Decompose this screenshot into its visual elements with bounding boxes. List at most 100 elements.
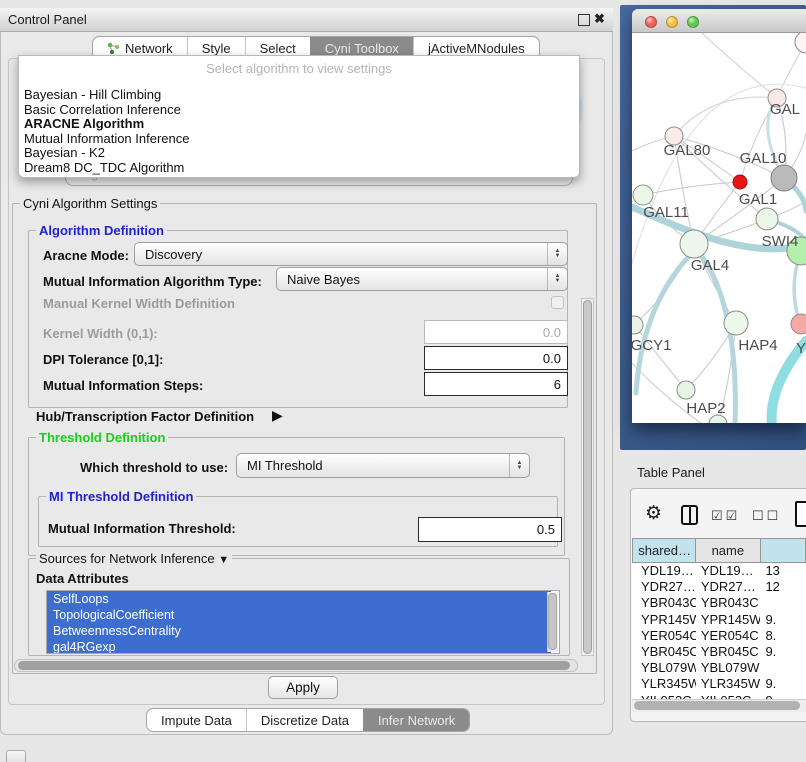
tab-label: Impute Data — [161, 713, 232, 728]
table-cell: YPR145W — [632, 612, 696, 628]
dpi-tolerance-input[interactable]: 0.0 — [424, 346, 568, 370]
float-window-button[interactable] — [578, 14, 590, 26]
table-cell: 12 — [760, 579, 806, 595]
table-cell: 9. — [760, 612, 806, 628]
node-label-HAP2: HAP2 — [686, 400, 725, 417]
table-row[interactable]: YER054CYER054C8. — [632, 628, 806, 644]
column-header[interactable] — [761, 538, 806, 563]
table-row[interactable]: YDL19…YDL19…13 — [632, 563, 806, 579]
table-cell: YDR27… — [632, 579, 696, 595]
network-node-HAP4[interactable] — [724, 311, 748, 335]
network-node[interactable] — [795, 33, 806, 53]
network-icon — [107, 42, 120, 55]
table-cell: YLR345W — [632, 676, 696, 692]
dropdown-item[interactable]: Dream8 DC_TDC Algorithm — [24, 160, 184, 175]
traffic-light-zoom[interactable] — [687, 16, 699, 28]
apply-button[interactable]: Apply — [268, 676, 338, 699]
network-window-titlebar[interactable] — [632, 9, 806, 33]
table-row[interactable]: YPR145WYPR145W9. — [632, 612, 806, 628]
stepper-icon: ▲▼ — [509, 454, 529, 477]
mi-algorithm-type-label: Mutual Information Algorithm Type: — [43, 274, 262, 289]
table-cell: 9. — [760, 676, 806, 692]
network-edge — [698, 251, 735, 423]
table-cell: YDR27… — [696, 579, 761, 595]
table-cell: YBR045C — [632, 644, 696, 660]
network-node-HAP2[interactable] — [677, 381, 695, 399]
tab-discretize-data[interactable]: Discretize Data — [246, 709, 363, 731]
attribute-item[interactable]: gal4RGexp — [47, 639, 551, 654]
export-table-icon[interactable] — [795, 501, 806, 527]
network-node-GAL4[interactable] — [680, 230, 708, 258]
close-panel-icon[interactable]: ✖ — [594, 11, 605, 27]
mi-algorithm-type-select[interactable]: Naive Bayes ▲▼ — [276, 267, 568, 291]
column-header[interactable]: shared… — [632, 538, 696, 563]
columns-icon[interactable] — [681, 505, 698, 525]
tab-label: Discretize Data — [261, 713, 349, 728]
dropdown-placeholder: Select algorithm to view settings — [19, 61, 579, 76]
table-cell — [760, 660, 806, 676]
table-hscrollbar-thumb[interactable] — [634, 701, 800, 710]
control-panel-titlebar[interactable] — [0, 8, 613, 32]
node-label-GAL1: GAL1 — [739, 191, 777, 208]
aracne-mode-select[interactable]: Discovery ▲▼ — [134, 242, 568, 266]
dropdown-item[interactable]: Basic Correlation Inference — [24, 102, 181, 117]
network-canvas[interactable]: GALGAL80GAL10GAL1GAL11GAL4SWI4GCY1HAP4YH… — [632, 33, 806, 423]
attributes-list-scrollbar-thumb[interactable] — [548, 593, 557, 650]
node-label-GAL4: GAL4 — [691, 257, 729, 274]
aracne-mode-value: Discovery — [135, 247, 547, 262]
dropdown-item[interactable]: Bayesian - Hill Climbing — [24, 87, 161, 102]
table-cell: YBR043C — [632, 595, 696, 611]
sources-collapse-arrow-icon[interactable]: ▼ — [218, 554, 229, 566]
table-row[interactable]: YDR27…YDR27…12 — [632, 579, 806, 595]
traffic-light-minimize[interactable] — [666, 16, 678, 28]
network-node-GAL10[interactable] — [771, 165, 797, 191]
select-all-checkboxes-icon[interactable]: ☑☑ — [711, 508, 740, 524]
settings-group-title: Cyni Algorithm Settings — [20, 196, 160, 211]
table-row[interactable]: YBL079WYBL079W — [632, 660, 806, 676]
tab-impute-data[interactable]: Impute Data — [147, 709, 246, 731]
column-header[interactable]: name — [696, 538, 761, 563]
deselect-all-checkboxes-icon[interactable]: ☐☐ — [752, 508, 781, 524]
settings-hscrollbar-thumb[interactable] — [18, 661, 570, 670]
aracne-mode-label: Aracne Mode: — [43, 248, 129, 263]
mi-steps-input[interactable]: 6 — [424, 372, 568, 396]
table-row[interactable]: YBR045CYBR045C9. — [632, 644, 806, 660]
bottom-left-mini-icon[interactable] — [6, 750, 26, 762]
network-node-Y[interactable] — [791, 314, 806, 334]
dropdown-item[interactable]: Mutual Information Inference — [24, 131, 189, 146]
traffic-light-close[interactable] — [645, 16, 657, 28]
hub-expand-arrow-icon[interactable]: ▶ — [272, 407, 283, 424]
algorithm-dropdown-popup: Select algorithm to view settings Bayesi… — [18, 55, 580, 178]
algorithm-definition-title: Algorithm Definition — [36, 223, 167, 238]
dropdown-item[interactable]: Bayesian - K2 — [24, 145, 105, 160]
data-attributes-list[interactable]: SelfLoopsTopologicalCoefficientBetweenne… — [46, 590, 560, 654]
table-cell: 8. — [760, 628, 806, 644]
node-label-SWI4: SWI4 — [762, 233, 799, 250]
network-node-GAL11[interactable] — [633, 185, 653, 205]
which-threshold-label: Which threshold to use: — [80, 460, 228, 475]
dropdown-item[interactable]: ARACNE Algorithm — [24, 116, 144, 131]
attribute-item[interactable]: SelfLoops — [47, 591, 551, 607]
panel-resize-handle[interactable]: ‹ — [603, 368, 606, 378]
network-node[interactable] — [733, 175, 747, 189]
network-node-GAL1[interactable] — [756, 208, 778, 230]
tab-infer-network[interactable]: Infer Network — [363, 709, 469, 731]
table-row[interactable]: YBR043CYBR043C — [632, 595, 806, 611]
tab-label: Cyni Toolbox — [325, 41, 399, 56]
attribute-item[interactable]: BetweennessCentrality — [47, 623, 551, 639]
control-panel-title: Control Panel — [8, 12, 87, 27]
tab-label: jActiveMNodules — [428, 41, 525, 56]
table-row[interactable]: YLR345WYLR345W9. — [632, 676, 806, 692]
which-threshold-select[interactable]: MI Threshold ▲▼ — [236, 453, 530, 478]
mi-threshold-input[interactable]: 0.5 — [418, 517, 562, 542]
sources-title-text: Sources for Network Inference — [39, 551, 215, 566]
gear-icon[interactable]: ⚙ — [645, 502, 662, 525]
table-cell: YBL079W — [696, 660, 761, 676]
network-edge — [636, 247, 698, 393]
tab-label: Network — [125, 41, 173, 56]
kernel-width-input[interactable]: 0.0 — [424, 320, 568, 344]
mi-threshold-label: Mutual Information Threshold: — [48, 521, 236, 536]
attribute-item[interactable]: TopologicalCoefficient — [47, 607, 551, 623]
manual-kernel-checkbox[interactable] — [551, 296, 564, 309]
settings-vscrollbar-thumb[interactable] — [583, 300, 592, 654]
